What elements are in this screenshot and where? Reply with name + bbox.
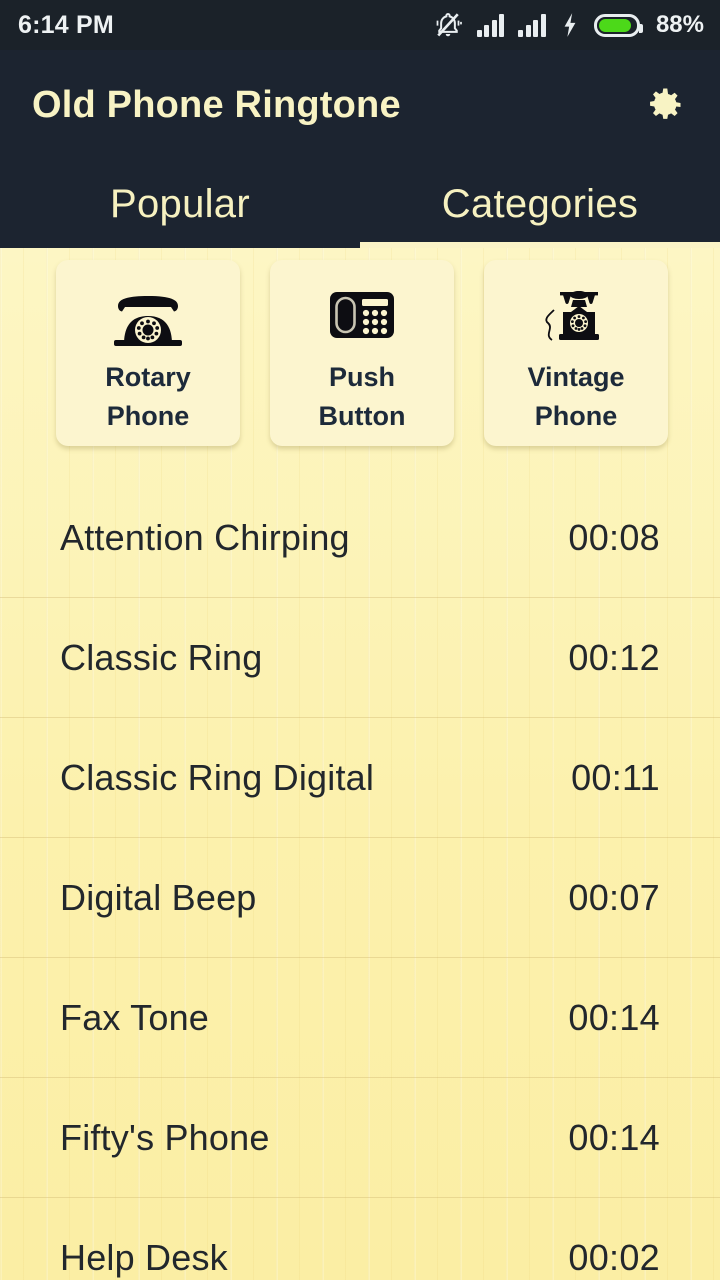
battery-icon bbox=[593, 13, 643, 37]
status-time: 6:14 PM bbox=[18, 10, 114, 39]
charging-bolt-icon bbox=[560, 12, 580, 38]
category-card-push-button[interactable]: Push Button bbox=[270, 260, 454, 446]
app-header: Old Phone Ringtone bbox=[0, 50, 720, 160]
table-row[interactable]: Classic Ring 00:12 bbox=[0, 598, 720, 718]
tab-categories-label: Categories bbox=[441, 181, 639, 226]
ringtone-duration: 00:08 bbox=[568, 516, 660, 558]
ringtone-name: Digital Beep bbox=[60, 876, 257, 918]
ringtone-list[interactable]: Attention Chirping 00:08 Classic Ring 00… bbox=[0, 478, 720, 1280]
status-bar: 6:14 PM 88% bbox=[0, 0, 720, 50]
battery-percent-label: 88% bbox=[655, 11, 704, 38]
page-title: Old Phone Ringtone bbox=[32, 83, 401, 126]
tab-bar: Popular Categories bbox=[0, 160, 720, 248]
tab-popular[interactable]: Popular bbox=[0, 160, 360, 248]
category-card-label: Rotary Phone bbox=[105, 362, 191, 432]
table-row[interactable]: Fax Tone 00:14 bbox=[0, 958, 720, 1078]
ringtone-duration: 00:14 bbox=[568, 996, 660, 1038]
ringtone-name: Classic Ring Digital bbox=[60, 756, 375, 798]
ringtone-name: Fifty's Phone bbox=[60, 1116, 270, 1158]
ringtone-duration: 00:11 bbox=[571, 756, 660, 798]
table-row[interactable]: Classic Ring Digital 00:11 bbox=[0, 718, 720, 838]
signal-icon bbox=[476, 13, 505, 37]
category-card-label: Vintage Phone bbox=[527, 362, 625, 432]
ringtone-duration: 00:07 bbox=[568, 876, 660, 918]
bell-mute-icon bbox=[433, 10, 463, 40]
tab-categories[interactable]: Categories bbox=[360, 160, 720, 248]
table-row[interactable]: Digital Beep 00:07 bbox=[0, 838, 720, 958]
rotary-phone-icon bbox=[102, 282, 194, 348]
tab-popular-label: Popular bbox=[110, 181, 250, 226]
ringtone-duration: 00:12 bbox=[568, 636, 660, 678]
ringtone-duration: 00:14 bbox=[568, 1116, 660, 1158]
signal-icon bbox=[518, 13, 546, 37]
status-icons: 88% bbox=[433, 10, 704, 40]
ringtone-name: Attention Chirping bbox=[60, 516, 350, 558]
category-card-label: Push Button bbox=[318, 362, 406, 432]
ringtone-duration: 00:02 bbox=[568, 1236, 660, 1278]
ringtone-name: Classic Ring bbox=[60, 636, 263, 678]
ringtone-name: Help Desk bbox=[60, 1236, 228, 1278]
vintage-phone-icon bbox=[530, 282, 622, 348]
category-card-vintage-phone[interactable]: Vintage Phone bbox=[484, 260, 668, 446]
gear-icon[interactable] bbox=[636, 77, 692, 133]
category-card-row: Rotary Phone Push Button Vintage Phone bbox=[0, 248, 720, 446]
table-row[interactable]: Fifty's Phone 00:14 bbox=[0, 1078, 720, 1198]
category-card-rotary-phone[interactable]: Rotary Phone bbox=[56, 260, 240, 446]
table-row[interactable]: Attention Chirping 00:08 bbox=[0, 478, 720, 598]
ringtone-name: Fax Tone bbox=[60, 996, 210, 1038]
push-button-phone-icon bbox=[316, 282, 408, 348]
table-row[interactable]: Help Desk 00:02 bbox=[0, 1198, 720, 1280]
content-area: Rotary Phone Push Button Vintage Phone A… bbox=[0, 248, 720, 1280]
